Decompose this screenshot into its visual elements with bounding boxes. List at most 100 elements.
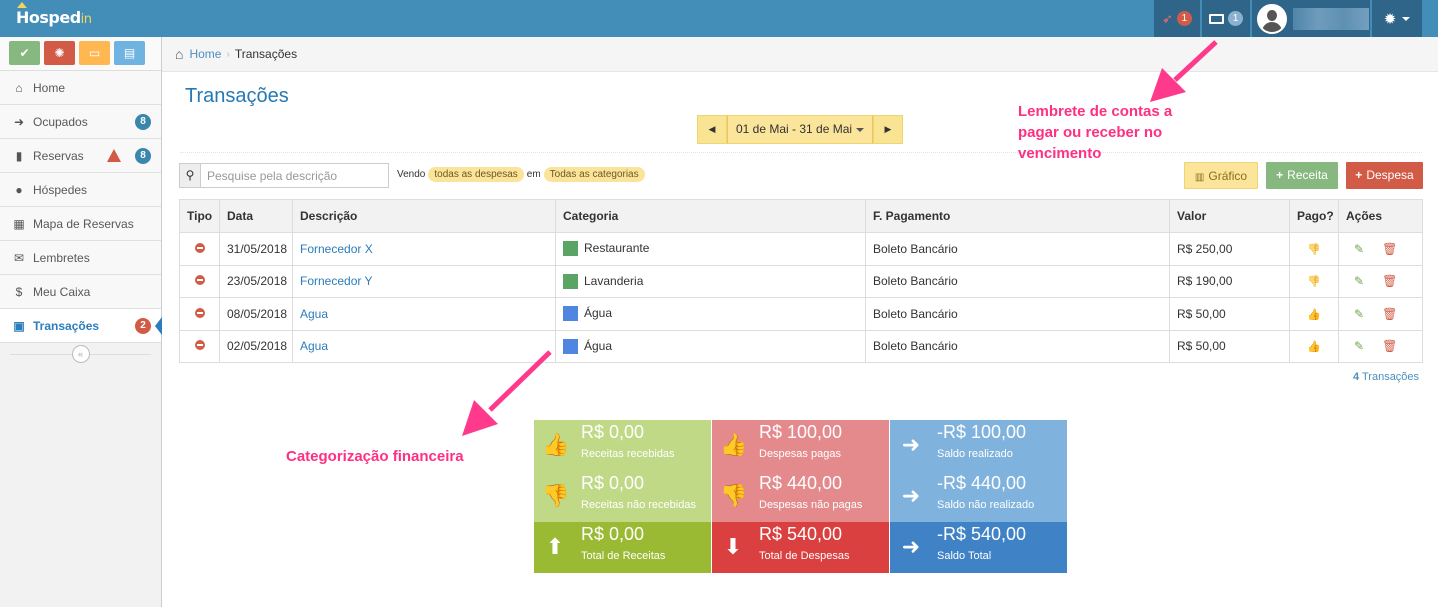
shortcut-lifebuoy-button[interactable]: ✺: [44, 41, 75, 65]
search-group: ⚲: [179, 163, 389, 188]
description-link[interactable]: Fornecedor X: [300, 242, 373, 256]
shortcut-book-button[interactable]: ▤: [114, 41, 145, 65]
shortcut-check-button[interactable]: ✔: [9, 41, 40, 65]
thumbs-down-icon[interactable]: 👎: [1307, 276, 1321, 288]
search-icon: ⚲: [185, 168, 195, 182]
col-data[interactable]: Data: [219, 199, 293, 233]
cell-pago: 👎: [1289, 232, 1339, 266]
cell-categoria: Lavanderia: [555, 264, 866, 298]
sidebar-item-home[interactable]: ⌂ Home: [0, 71, 161, 105]
sidebar-item-ocupados[interactable]: ➜ Ocupados 8: [0, 105, 161, 139]
check-icon: ✔: [19, 46, 30, 60]
col-tipo[interactable]: Tipo: [179, 199, 220, 233]
description-link[interactable]: Agua: [300, 307, 328, 321]
settings-menu[interactable]: ✹: [1372, 0, 1422, 37]
add-expense-button[interactable]: + Despesa: [1346, 162, 1423, 189]
cell-categoria: Água: [555, 329, 866, 363]
sidebar-shortcuts: ✔ ✺ ▭ ▤: [0, 37, 161, 71]
arrow-right-icon: ➜: [901, 432, 921, 457]
table-row[interactable]: 02/05/2018 Agua Água Boleto Bancário R$ 50,0…: [179, 329, 1423, 363]
sidebar-item-reservas[interactable]: ▮ Reservas 8: [0, 139, 161, 173]
search-input[interactable]: [201, 163, 389, 188]
filter-type-pill[interactable]: todas as despesas: [428, 167, 524, 182]
summary-label: Receitas recebidas: [581, 448, 675, 460]
category-label: Água: [584, 338, 613, 353]
sidebar-collapse: «: [0, 343, 161, 365]
date-range-label: 01 de Mai - 31 de Mai: [735, 122, 853, 136]
logo-suffix: in: [80, 12, 92, 27]
description-link[interactable]: Fornecedor Y: [300, 274, 373, 288]
bar-chart-icon: ▥: [1194, 172, 1205, 183]
cell-categoria: Restaurante: [555, 232, 866, 266]
sidebar-item-transacoes[interactable]: ▣ Transações 2: [0, 309, 162, 343]
sidebar-item-label: Lembretes: [33, 250, 90, 265]
chart-button[interactable]: ▥ Gráfico: [1184, 162, 1258, 189]
summary-label: Saldo Total: [937, 550, 992, 562]
sidebar-item-mapa-de-reservas[interactable]: ▦ Mapa de Reservas: [0, 207, 161, 241]
sidebar: ✔ ✺ ▭ ▤ ⌂ Home ➜ Ocupados 8 ▮ Reservas 8…: [0, 37, 162, 607]
cell-descricao: Agua: [292, 297, 556, 331]
add-income-button[interactable]: + Receita: [1266, 162, 1338, 189]
thumbs-up-icon[interactable]: 👍: [1307, 309, 1321, 321]
col-acoes: Ações: [1338, 199, 1423, 233]
table-row[interactable]: 08/05/2018 Agua Água Boleto Bancário R$ 50,0…: [179, 297, 1423, 331]
summary-tile: 👎 R$ 440,00 Despesas não pagas: [712, 471, 889, 522]
cell-pagamento: Boleto Bancário: [865, 232, 1170, 266]
cash-button[interactable]: 1: [1202, 0, 1250, 37]
filter-middle: em: [526, 169, 541, 180]
arrow-right-icon: ➜: [901, 483, 921, 508]
edit-pencil-icon[interactable]: ✎: [1354, 242, 1364, 256]
sidebar-item-hospedes[interactable]: ● Hóspedes: [0, 173, 161, 207]
col-pagamento[interactable]: F. Pagamento: [865, 199, 1170, 233]
search-button[interactable]: ⚲: [179, 163, 201, 188]
cell-data: 08/05/2018: [219, 297, 293, 331]
expense-type-icon: [194, 340, 205, 351]
edit-pencil-icon[interactable]: ✎: [1354, 307, 1364, 321]
cell-descricao: Fornecedor Y: [292, 264, 556, 298]
sidebar-item-lembretes[interactable]: ✉ Lembretes: [0, 241, 161, 275]
date-range-dropdown[interactable]: 01 de Mai - 31 de Mai: [727, 115, 873, 144]
trash-icon[interactable]: 🗑: [1382, 274, 1397, 288]
avatar: [1257, 3, 1287, 34]
edit-pencil-icon[interactable]: ✎: [1354, 339, 1364, 353]
thumbs-up-icon[interactable]: 👍: [1307, 341, 1321, 353]
arrow-down-icon: ⬇: [723, 534, 743, 559]
inbox-icon: ▭: [88, 46, 101, 60]
summary-tile: 👍 R$ 0,00 Receitas recebidas: [534, 420, 711, 471]
description-link[interactable]: Agua: [300, 339, 328, 353]
col-categoria[interactable]: Categoria: [555, 199, 866, 233]
sidebar-item-label: Transações: [33, 318, 100, 333]
shortcut-inbox-button[interactable]: ▭: [79, 41, 110, 65]
caret-down-icon: [856, 127, 865, 132]
sidebar-item-meu-caixa[interactable]: $ Meu Caixa: [0, 275, 161, 309]
table-row[interactable]: 23/05/2018 Fornecedor Y Lavanderia Boleto B…: [179, 264, 1423, 298]
page-title: Transações: [185, 85, 289, 107]
trash-icon[interactable]: 🗑: [1382, 339, 1397, 353]
breadcrumb-home-link[interactable]: Home: [189, 47, 221, 61]
user-menu[interactable]: [1252, 0, 1370, 37]
trash-icon[interactable]: 🗑: [1382, 242, 1397, 256]
summary-label: Despesas não pagas: [759, 499, 863, 511]
thumbs-down-icon[interactable]: 👎: [1307, 244, 1321, 256]
col-valor[interactable]: Valor: [1169, 199, 1290, 233]
app-logo[interactable]: Hospedin: [16, 2, 92, 27]
summary-tiles: 👍 R$ 0,00 Receitas recebidas 👍 R$ 100,00 Desp…: [534, 420, 1067, 573]
double-angle-left-icon[interactable]: «: [71, 345, 90, 363]
summary-tile: ⬆ R$ 0,00 Total de Receitas: [534, 522, 711, 573]
arrow-right-icon: ➜: [901, 534, 921, 559]
date-range-nav: ◀ 01 de Mai - 31 de Mai ▶: [697, 115, 903, 144]
trash-icon[interactable]: 🗑: [1382, 307, 1397, 321]
notifications-button[interactable]: ➶ 1: [1154, 0, 1200, 37]
col-pago[interactable]: Pago?: [1289, 199, 1339, 233]
category-swatch: [563, 241, 578, 257]
cash-badge: 1: [1228, 11, 1243, 26]
table-row[interactable]: 31/05/2018 Fornecedor X Restaurante Boleto …: [179, 232, 1423, 266]
cell-pagamento: Boleto Bancário: [865, 329, 1170, 363]
sidebar-item-label: Reservas: [33, 148, 84, 163]
filter-category-pill[interactable]: Todas as categorias: [543, 167, 645, 182]
prev-period-button[interactable]: ◀: [697, 115, 727, 144]
col-descricao[interactable]: Descrição: [292, 199, 556, 233]
summary-tile: ⬇ R$ 540,00 Total de Despesas: [712, 522, 889, 573]
next-period-button[interactable]: ▶: [873, 115, 903, 144]
edit-pencil-icon[interactable]: ✎: [1354, 274, 1364, 288]
